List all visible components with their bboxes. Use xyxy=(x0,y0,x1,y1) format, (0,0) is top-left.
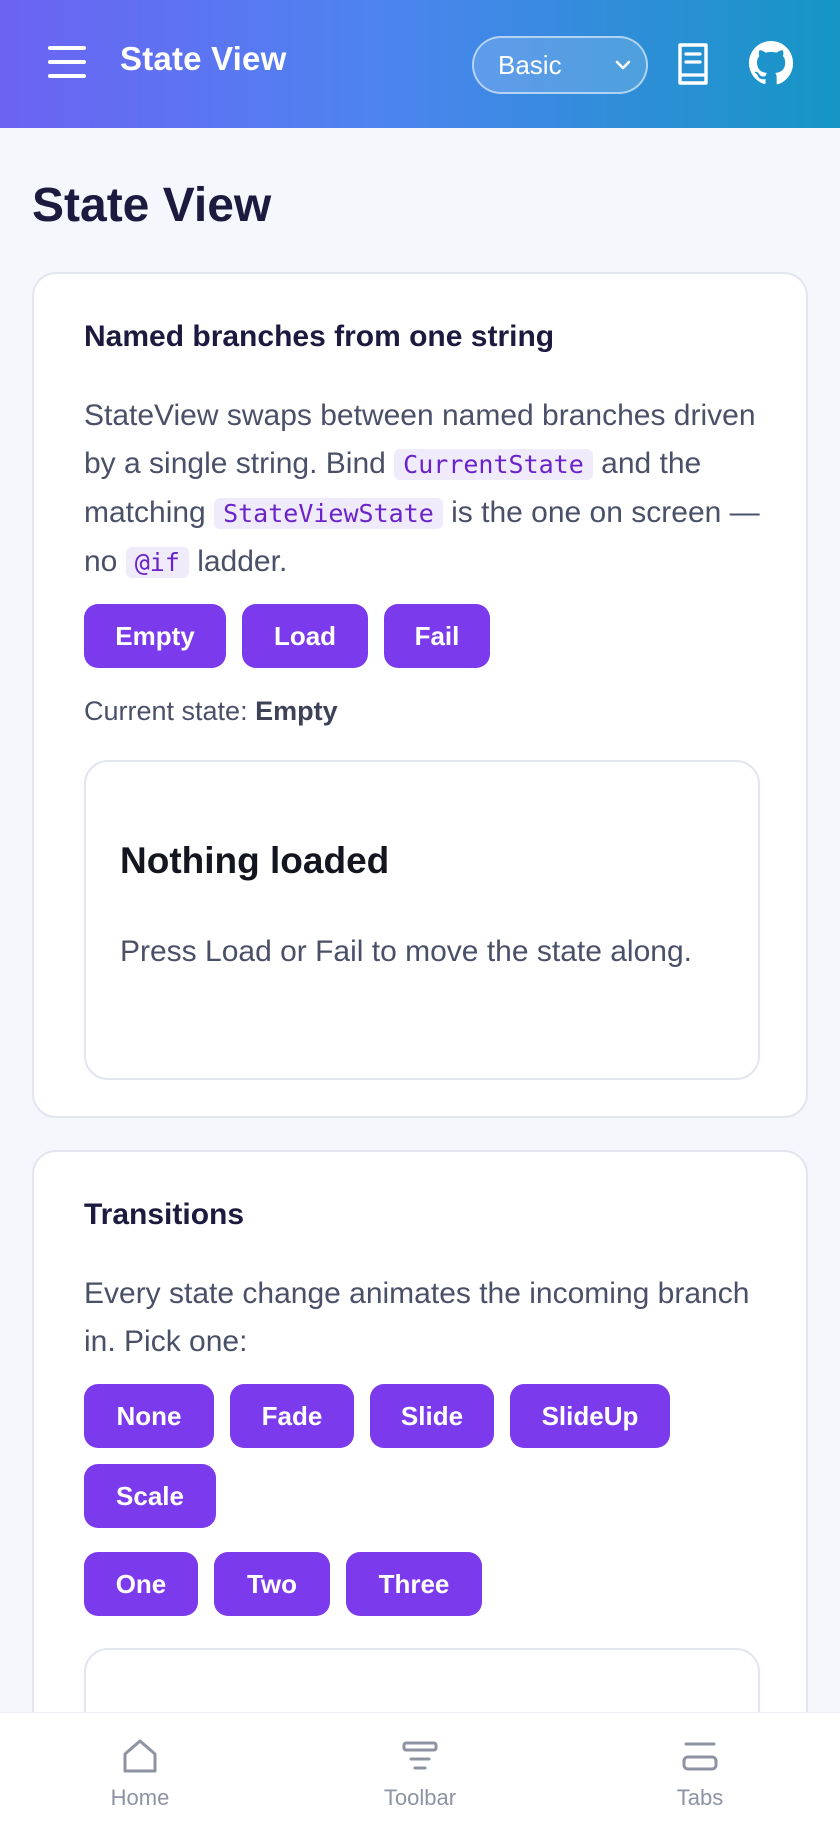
state-title: Nothing loaded xyxy=(120,840,390,881)
nav-tabs-label: Tabs xyxy=(676,1785,724,1810)
nav-tabs[interactable]: Tabs xyxy=(610,1713,790,1824)
transitions-card-title: Transitions xyxy=(84,1198,245,1231)
chevron-down-icon xyxy=(615,60,631,70)
home-icon xyxy=(123,1739,157,1773)
nav-toolbar-label: Toolbar xyxy=(383,1785,457,1810)
current-state-label: Current state: xyxy=(84,696,256,726)
step-two-button[interactable]: Two xyxy=(214,1552,330,1616)
page-title: State View xyxy=(32,179,272,232)
transition-fade-button[interactable]: Fade xyxy=(230,1384,354,1448)
code-if: @if xyxy=(125,547,189,578)
app-header: State View Basic xyxy=(0,0,840,128)
app-title: State View xyxy=(120,40,287,77)
step-three-button[interactable]: Three xyxy=(346,1552,482,1616)
main-content: State View Named branches from one strin… xyxy=(0,128,840,1712)
docs-icon[interactable] xyxy=(672,42,714,86)
transition-scale-button[interactable]: Scale xyxy=(84,1464,216,1528)
nav-home[interactable]: Home xyxy=(50,1713,230,1824)
state-description: Press Load or Fail to move the state alo… xyxy=(120,935,692,968)
toolbar-icon xyxy=(402,1741,438,1770)
empty-button[interactable]: Empty xyxy=(84,604,226,668)
nav-home-label: Home xyxy=(110,1785,170,1810)
mode-select-value: Basic xyxy=(498,49,562,80)
bottom-nav: Home Toolbar Tabs xyxy=(0,1712,840,1824)
hamburger-menu-icon[interactable] xyxy=(48,46,86,78)
fail-button[interactable]: Fail xyxy=(384,604,490,668)
current-state-line: Current state: Empty xyxy=(84,696,338,727)
nav-toolbar[interactable]: Toolbar xyxy=(330,1713,510,1824)
transition-preview-panel xyxy=(84,1648,760,1712)
branches-card: Named branches from one string StateView… xyxy=(32,272,808,1118)
state-view-panel: Nothing loaded Press Load or Fail to mov… xyxy=(84,760,760,1080)
tabs-icon xyxy=(682,1742,718,1771)
branches-card-title: Named branches from one string xyxy=(84,320,555,353)
step-one-button[interactable]: One xyxy=(84,1552,198,1616)
transition-slideup-button[interactable]: SlideUp xyxy=(510,1384,670,1448)
code-current-state: CurrentState xyxy=(394,449,593,480)
current-state-value: Empty xyxy=(255,696,338,726)
github-icon[interactable] xyxy=(748,40,794,86)
transitions-card: Transitions Every state change animates … xyxy=(32,1150,808,1712)
load-button[interactable]: Load xyxy=(242,604,368,668)
code-state-view-state: StateViewState xyxy=(214,498,443,529)
app-root: State View Basic State View Named branch… xyxy=(0,0,840,1824)
transitions-card-description: Every state change animates the incoming… xyxy=(84,1277,750,1358)
branches-card-description: StateView swaps between named branches d… xyxy=(84,399,760,578)
mode-select[interactable]: Basic xyxy=(472,36,648,94)
transition-slide-button[interactable]: Slide xyxy=(370,1384,494,1448)
transition-none-button[interactable]: None xyxy=(84,1384,214,1448)
